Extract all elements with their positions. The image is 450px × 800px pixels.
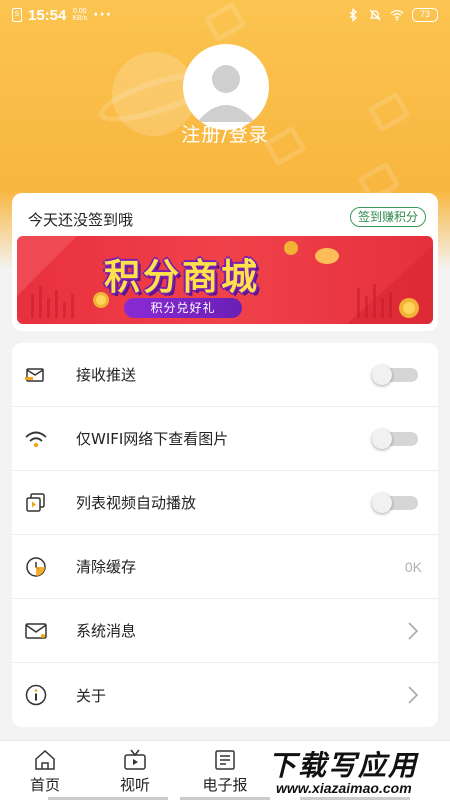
avatar[interactable]	[183, 44, 269, 130]
chevron-right-icon	[408, 686, 419, 704]
points-mall-banner[interactable]: 积分商城 积分兑好礼	[17, 236, 433, 324]
wifi-icon	[25, 431, 47, 448]
autoplay-toggle[interactable]	[372, 492, 418, 513]
network-speed: 0.00 KB/s	[72, 8, 87, 22]
settings-row-label: 接收推送	[76, 366, 137, 384]
sim-card-icon: S	[12, 8, 22, 22]
watermark-url: www.xiazaimao.com	[276, 780, 412, 796]
video-play-icon	[26, 493, 45, 512]
status-time: 15:54	[28, 6, 67, 24]
home-icon	[35, 749, 55, 770]
settings-row-wifi-only: 仅WIFI网络下查看图片	[12, 407, 438, 471]
settings-row-label: 关于	[76, 686, 107, 705]
wifi-only-toggle[interactable]	[372, 428, 418, 449]
settings-row-autoplay: 列表视频自动播放	[12, 471, 438, 535]
settings-row-label: 清除缓存	[76, 558, 137, 576]
battery-indicator: 73	[412, 8, 438, 22]
wifi-status-icon	[390, 9, 404, 21]
newspaper-icon	[215, 750, 235, 770]
bluetooth-icon	[349, 8, 358, 22]
status-bar: S 15:54 0.00 KB/s ··· 73	[0, 0, 450, 30]
settings-row-label: 列表视频自动播放	[76, 494, 197, 512]
network-speed-value: 0.00	[72, 8, 87, 15]
site-watermark: 下载写应用 www.xiazaimao.com	[262, 742, 450, 800]
settings-row-label: 仅WIFI网络下查看图片	[76, 430, 229, 448]
banner-title: 积分商城	[103, 257, 260, 298]
push-toggle[interactable]	[372, 364, 418, 385]
earn-points-button[interactable]: 签到赚积分	[349, 207, 426, 227]
tab-e-newspaper[interactable]: 电子报	[180, 741, 270, 800]
signin-prompt: 今天还没签到哦	[28, 211, 134, 229]
tab-label: 视听	[119, 776, 150, 794]
settings-row-about[interactable]: 关于	[12, 663, 438, 727]
tab-audio-video[interactable]: 视听	[90, 741, 180, 800]
tv-icon	[124, 749, 146, 770]
message-icon	[25, 368, 44, 382]
tab-home[interactable]: 首页	[0, 741, 90, 800]
settings-row-clear-cache[interactable]: 清除缓存 0K	[12, 535, 438, 599]
tab-label: 电子报	[202, 776, 248, 794]
tab-label: 首页	[29, 776, 60, 794]
banner-subtitle: 积分兑好礼	[124, 298, 242, 318]
clock-icon	[26, 557, 46, 577]
watermark-title: 下载写应用	[268, 749, 419, 782]
cache-size: 0K	[404, 558, 422, 575]
settings-list: 接收推送 仅WIFI网络下查看图片 列表视频自动播放 清除缓存 0K 系统消息 …	[12, 343, 438, 727]
network-speed-unit: KB/s	[72, 15, 88, 22]
mail-icon	[25, 623, 47, 639]
login-register-link[interactable]: 注册/登录	[0, 120, 450, 147]
settings-row-push: 接收推送	[12, 343, 438, 407]
more-notifications-icon: ···	[93, 7, 113, 23]
default-user-icon	[197, 65, 255, 122]
signin-card: 今天还没签到哦 签到赚积分 积分商城 积分兑好礼	[12, 193, 438, 331]
info-icon	[25, 684, 47, 706]
settings-row-system-messages[interactable]: 系统消息	[12, 599, 438, 663]
settings-row-label: 系统消息	[76, 622, 137, 640]
mute-bell-icon	[369, 9, 381, 21]
chevron-right-icon	[408, 622, 419, 640]
